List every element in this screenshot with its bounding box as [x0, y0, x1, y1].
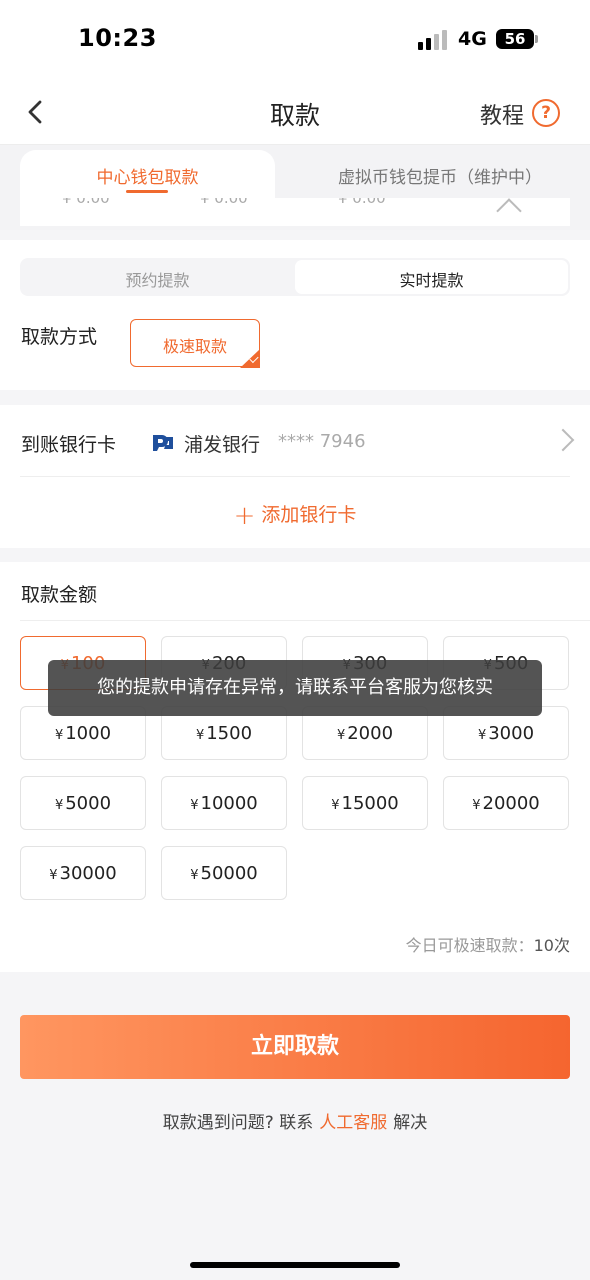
tab-crypto-wallet[interactable]: 虚拟币钱包提币（维护中）	[290, 163, 590, 188]
error-toast: 您的提款申请存在异常，请联系平台客服为您核实	[48, 660, 542, 716]
amount-option[interactable]: ¥10000	[161, 776, 287, 830]
currency-symbol: ¥	[331, 798, 340, 813]
currency-symbol: ¥	[190, 798, 199, 813]
active-tab-indicator	[126, 190, 168, 193]
wallet-balance: ¥ 0.00	[200, 198, 248, 207]
amount-value: 5000	[65, 793, 112, 814]
tab-scheduled-withdraw[interactable]: 预约提款	[20, 267, 295, 291]
amount-value: 10000	[200, 793, 258, 814]
amount-value: 50000	[200, 863, 258, 884]
currency-symbol: ¥	[472, 798, 481, 813]
home-indicator	[190, 1262, 400, 1268]
withdraw-submit-button[interactable]: 立即取款	[20, 1015, 570, 1079]
currency-symbol: ¥	[49, 868, 58, 883]
signal-icon	[418, 30, 452, 50]
daily-limit-text: 今日可极速取款：	[405, 936, 534, 955]
daily-limit-value: 10次	[533, 936, 570, 955]
amount-option[interactable]: ¥5000	[20, 776, 146, 830]
currency-symbol: ¥	[336, 728, 346, 743]
method-label: 取款方式	[21, 326, 98, 348]
amount-section	[0, 562, 590, 972]
bank-card-label: 到账银行卡	[21, 434, 117, 456]
daily-limit: 今日可极速取款：10次	[300, 932, 570, 956]
plus-icon: +	[233, 501, 256, 531]
amount-value: 1500	[206, 723, 253, 744]
tutorial-link[interactable]: 教程	[480, 98, 524, 130]
help-prefix: 取款遇到问题? 联系	[162, 1113, 314, 1133]
currency-symbol: ¥	[195, 728, 205, 743]
currency-symbol: ¥	[54, 798, 64, 813]
help-suffix: 解决	[393, 1113, 428, 1133]
amount-option[interactable]: ¥30000	[20, 846, 146, 900]
help-row: 取款遇到问题? 联系 人工客服 解决	[0, 1108, 590, 1133]
currency-symbol: ¥	[54, 728, 64, 743]
amount-value: 1000	[65, 723, 112, 744]
divider	[20, 620, 590, 621]
status-time: 10:23	[78, 24, 157, 52]
amount-value: 30000	[59, 863, 117, 884]
battery-tip	[535, 35, 538, 43]
amount-option[interactable]: ¥20000	[443, 776, 569, 830]
amount-value: 15000	[341, 793, 399, 814]
bank-name[interactable]: 浦发银行	[184, 430, 260, 457]
tab-center-wallet-label[interactable]: 中心钱包取款	[20, 163, 275, 188]
wallet-balances: ¥ 0.00 ¥ 0.00 ¥ 0.00	[20, 198, 570, 226]
chevron-up-icon[interactable]	[496, 198, 522, 224]
wallet-balance: ¥ 0.00	[338, 198, 386, 207]
customer-service-link[interactable]: 人工客服	[319, 1113, 387, 1133]
amount-option[interactable]: ¥15000	[302, 776, 428, 830]
divider	[20, 476, 570, 477]
currency-symbol: ¥	[190, 868, 199, 883]
currency-symbol: ¥	[477, 728, 487, 743]
network-type: 4G	[458, 28, 487, 50]
spdb-bank-logo-icon	[153, 435, 173, 451]
bank-card-number[interactable]: **** 7946	[278, 431, 366, 452]
amount-label: 取款金额	[21, 584, 98, 606]
add-bank-card-button[interactable]: + 添加银行卡	[0, 500, 590, 531]
amount-option[interactable]: ¥50000	[161, 846, 287, 900]
wallet-balance: ¥ 0.00	[62, 198, 110, 207]
help-icon[interactable]: ?	[532, 99, 560, 127]
tab-realtime-withdraw[interactable]: 实时提款	[295, 267, 568, 291]
amount-value: 20000	[482, 793, 540, 814]
amount-value: 3000	[488, 723, 535, 744]
add-bank-card-label: 添加银行卡	[261, 504, 357, 526]
battery-icon: 56	[496, 29, 534, 49]
amount-value: 2000	[347, 723, 394, 744]
